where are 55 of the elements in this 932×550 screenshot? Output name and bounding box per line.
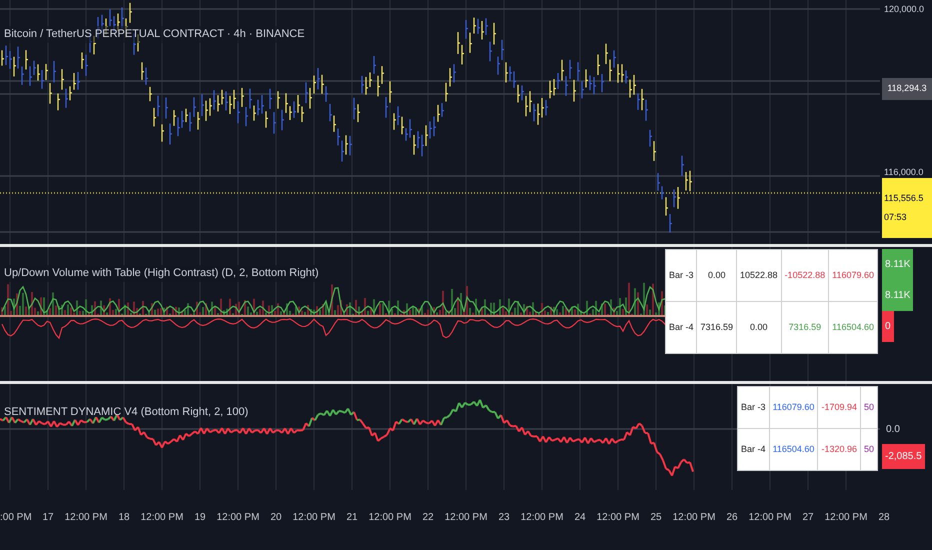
table-cell: 0.00 <box>696 250 737 302</box>
table-cell: Bar -4 <box>665 302 697 354</box>
time-label: 12:00 PM <box>672 511 716 525</box>
time-label: 27 <box>802 511 814 525</box>
time-label: 19 <box>194 511 206 525</box>
symbol-legend: Bitcoin / TetherUS PERPETUAL CONTRACT · 4h · BINANCE <box>4 26 305 42</box>
time-label: 12:00 PM <box>748 511 792 525</box>
table-cell: -1709.94 <box>818 386 860 428</box>
time-label: 12:00 PM <box>824 511 868 525</box>
table-cell: -10522.88 <box>781 250 829 302</box>
sentiment-tag: -2,085.5 <box>882 444 925 469</box>
table-cell: -1320.96 <box>818 428 860 470</box>
time-label: 12:00 PM <box>64 511 108 525</box>
volume-tag: 8.11K <box>882 249 914 280</box>
table-cell: 116504.60 <box>828 302 878 354</box>
volume-tag: 0 <box>882 311 894 342</box>
axis-label: 0.0 <box>886 423 900 437</box>
table-cell: 50 <box>860 386 878 428</box>
table-cell: 7316.59 <box>696 302 737 354</box>
last-price: 115,556.5 <box>884 192 924 204</box>
indicator-legend: Up/Down Volume with Table (High Contrast) (D, 2, Bottom Right) <box>4 265 319 282</box>
time-label: 12:00 PM <box>520 511 564 525</box>
table-cell: 50 <box>860 428 878 470</box>
time-label: 12:00 PM <box>444 511 488 525</box>
time-label: 25 <box>650 511 662 525</box>
time-label: 24 <box>574 511 586 525</box>
time-label: 12:00 PM <box>596 511 640 525</box>
table-cell: 10522.88 <box>736 250 782 302</box>
price-label: 120,000.0 <box>884 3 924 16</box>
volume-tag: 8.11K <box>882 280 914 311</box>
bar-countdown: 07:53 <box>884 211 908 224</box>
table-cell: Bar -3 <box>665 250 697 302</box>
time-label: 12:00 PM <box>292 511 336 525</box>
table-cell: Bar -4 <box>738 428 770 470</box>
time-label: 18 <box>118 511 130 525</box>
time-label: 12:00 PM <box>216 511 260 525</box>
time-label: 12:00 PM <box>140 511 184 525</box>
time-label: 21 <box>346 511 358 525</box>
time-label: 22 <box>422 511 434 525</box>
time-label: 28 <box>878 511 890 525</box>
time-label: 23 <box>498 511 510 525</box>
time-label: 17 <box>42 511 54 525</box>
indicator-legend: SENTIMENT DYNAMIC V4 (Bottom Right, 2, 100) <box>4 404 248 420</box>
time-label: 12:00 PM <box>368 511 412 525</box>
price-tag: 118,294.3 <box>882 78 932 100</box>
table-cell: Bar -3 <box>738 386 770 428</box>
table-cell: 0.00 <box>736 302 782 354</box>
time-label: 20 <box>270 511 282 525</box>
time-label: 26 <box>726 511 738 525</box>
table-cell: 116079.60 <box>828 250 878 302</box>
time-label: :00 PM <box>0 511 32 525</box>
table-cell: 116079.60 <box>769 386 818 428</box>
price-label: 116,000.0 <box>884 166 924 179</box>
table-cell: 116504.60 <box>769 428 818 470</box>
table-cell: 7316.59 <box>781 302 829 354</box>
